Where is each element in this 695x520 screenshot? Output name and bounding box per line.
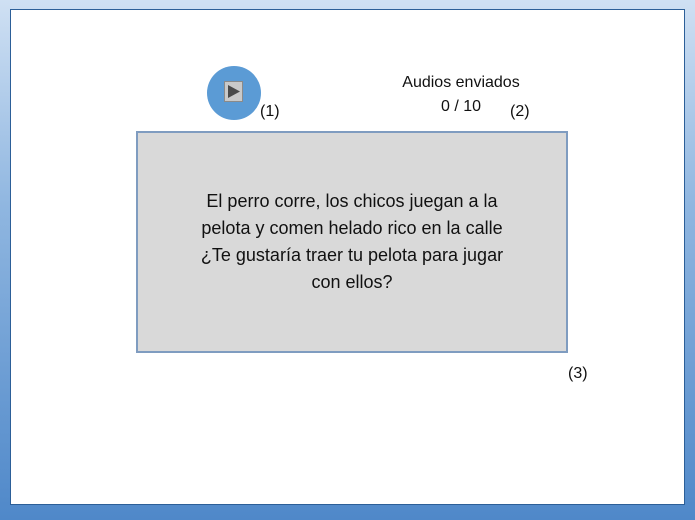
play-button[interactable] [207,66,261,120]
marker-2: (2) [510,103,530,120]
marker-3: (3) [568,365,588,382]
prompt-text-box: El perro corre, los chicos juegan a la p… [136,131,568,353]
marker-1: (1) [260,103,280,120]
play-icon [224,81,243,102]
prompt-text: El perro corre, los chicos juegan a la p… [200,191,504,292]
audios-sent-label: Audios enviados [402,74,520,91]
